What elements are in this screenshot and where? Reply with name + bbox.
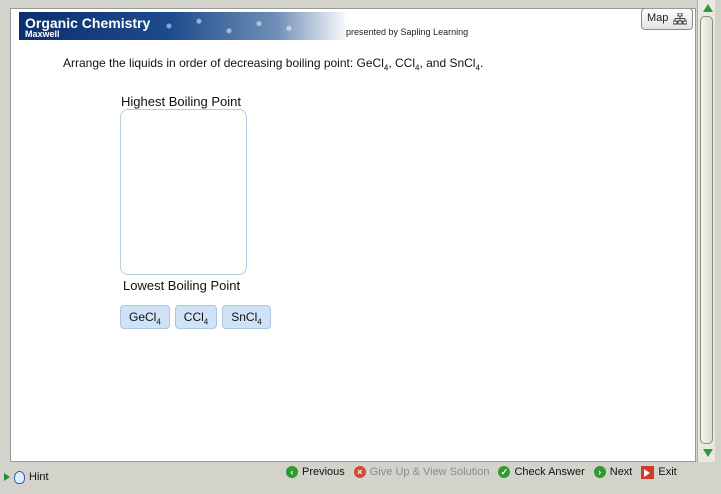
tile-ccl4[interactable]: CCl4 [174, 305, 218, 329]
previous-button[interactable]: ‹ Previous [286, 466, 345, 478]
lowest-label: Lowest Boiling Point [123, 278, 241, 293]
scroll-thumb[interactable] [700, 16, 713, 444]
tile-sncl4[interactable]: SnCl4 [222, 305, 271, 329]
sitemap-icon [673, 13, 687, 25]
give-up-button[interactable]: × Give Up & View Solution [353, 466, 489, 478]
tile-gecl4[interactable]: GeCl4 [120, 305, 170, 329]
exit-button[interactable]: Exit [641, 465, 677, 479]
checkmark-icon: ✓ [498, 466, 511, 478]
course-banner: Organic Chemistry Maxwell [19, 12, 349, 40]
highest-label: Highest Boiling Point [121, 94, 241, 109]
question-text: Arrange the liquids in order of decreasi… [63, 56, 484, 73]
back-arrow-icon: ‹ [286, 466, 298, 478]
scroll-up-arrow-icon[interactable] [703, 4, 713, 12]
hint-toggle[interactable]: Hint [4, 468, 286, 486]
molecule-graphic [149, 14, 349, 38]
exit-icon [641, 465, 655, 479]
check-answer-button[interactable]: ✓ Check Answer [498, 466, 585, 478]
ranking-drop-zone[interactable] [120, 109, 247, 275]
app-window: Organic Chemistry Maxwell presented by S… [0, 0, 721, 494]
presented-by: presented by Sapling Learning [346, 27, 469, 37]
lightbulb-icon [14, 470, 25, 484]
next-button[interactable]: › Next [593, 466, 632, 478]
hint-label: Hint [29, 471, 49, 483]
map-button[interactable]: Map [641, 9, 693, 30]
scroll-down-arrow-icon[interactable] [703, 449, 713, 457]
map-label: Map [647, 12, 669, 24]
vertical-scrollbar[interactable] [697, 0, 715, 462]
bottom-navigation: ‹ Previous × Give Up & View Solution ✓ C… [286, 461, 686, 483]
content-panel: Organic Chemistry Maxwell presented by S… [10, 8, 696, 462]
expand-arrow-icon [4, 473, 10, 481]
answer-tiles: GeCl4 CCl4 SnCl4 [120, 305, 271, 329]
course-author: Maxwell [25, 29, 60, 39]
cancel-icon: × [353, 466, 366, 478]
forward-arrow-icon: › [593, 466, 606, 478]
